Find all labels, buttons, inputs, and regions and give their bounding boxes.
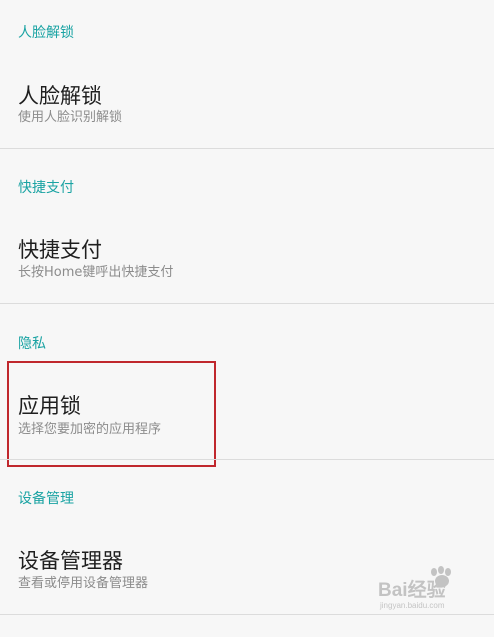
baidu-jingyan-watermark: Bai经验 jingyan.baidu.com bbox=[376, 566, 466, 610]
setting-item-subtitle: 使用人脸识别解锁 bbox=[18, 110, 123, 125]
divider bbox=[0, 148, 494, 149]
svg-text:jingyan.baidu.com: jingyan.baidu.com bbox=[379, 601, 445, 610]
setting-item-title: 快捷支付 bbox=[18, 238, 102, 262]
setting-item-face-unlock[interactable]: 人脸解锁 使用人脸识别解锁 bbox=[0, 62, 494, 172]
section-header-privacy: 隐私 bbox=[18, 336, 46, 352]
svg-text:Bai经验: Bai经验 bbox=[378, 578, 447, 601]
section-header-face-unlock: 人脸解锁 bbox=[18, 25, 74, 41]
divider bbox=[0, 614, 494, 615]
setting-item-subtitle: 长按Home键呼出快捷支付 bbox=[18, 265, 174, 280]
setting-item-title: 人脸解锁 bbox=[18, 84, 102, 108]
divider bbox=[0, 303, 494, 304]
setting-item-subtitle: 查看或停用设备管理器 bbox=[18, 576, 149, 591]
setting-item-title: 设备管理器 bbox=[18, 549, 123, 573]
highlight-annotation-box bbox=[7, 361, 216, 467]
section-header-device-management: 设备管理 bbox=[18, 491, 74, 507]
setting-item-quick-pay[interactable]: 快捷支付 长按Home键呼出快捷支付 bbox=[0, 216, 494, 326]
section-header-quick-pay: 快捷支付 bbox=[18, 180, 74, 196]
divider bbox=[0, 459, 494, 460]
